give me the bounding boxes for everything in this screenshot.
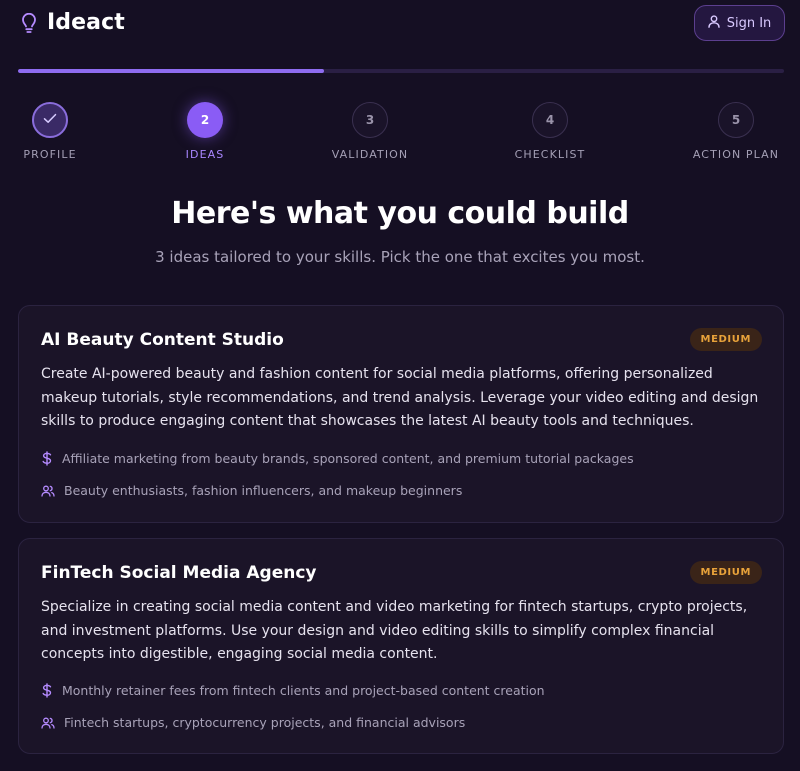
idea-title: AI Beauty Content Studio: [41, 330, 284, 350]
lightbulb-icon: [21, 12, 37, 33]
idea-card[interactable]: AI Beauty Content Studio MEDIUM Create A…: [18, 305, 784, 523]
users-icon: [41, 485, 55, 497]
check-icon: [43, 113, 57, 127]
step-checklist[interactable]: 4 CHECKLIST: [490, 102, 610, 161]
step-label-profile: PROFILE: [23, 148, 77, 161]
step-circle-profile: [32, 102, 68, 138]
difficulty-badge: MEDIUM: [689, 328, 762, 351]
step-validation[interactable]: 3 VALIDATION: [310, 102, 430, 161]
step-label-ideas: IDEAS: [185, 148, 225, 161]
progress-fill: [18, 69, 325, 73]
sign-in-label: Sign In: [726, 15, 772, 31]
revenue-row: Monthly retainer fees from fintech clien…: [41, 683, 545, 698]
users-icon: [41, 717, 55, 729]
audience-text: Fintech startups, cryptocurrency project…: [64, 715, 466, 730]
step-label-action-plan: ACTION PLAN: [692, 148, 780, 161]
idea-description: Create AI-powered beauty and fashion con…: [41, 366, 759, 429]
app-header: Ideact Sign In: [0, 0, 800, 48]
sign-in-button[interactable]: Sign In: [694, 5, 785, 41]
page-title: Here's what you could build: [171, 196, 629, 231]
brand[interactable]: Ideact: [21, 10, 125, 35]
difficulty-badge: MEDIUM: [689, 561, 762, 584]
dollar-icon: [41, 451, 53, 466]
brand-name: Ideact: [47, 10, 125, 35]
step-action-plan[interactable]: 5 ACTION PLAN: [676, 102, 796, 161]
idea-card[interactable]: FinTech Social Media Agency MEDIUM Speci…: [18, 538, 784, 754]
step-profile[interactable]: PROFILE: [0, 102, 110, 161]
idea-description: Specialize in creating social media cont…: [41, 599, 748, 662]
revenue-text: Affiliate marketing from beauty brands, …: [62, 451, 634, 466]
revenue-row: Affiliate marketing from beauty brands, …: [41, 451, 634, 466]
step-ideas[interactable]: 2 IDEAS: [145, 102, 265, 161]
step-circle-ideas: 2: [187, 102, 223, 138]
step-circle-action-plan: 5: [718, 102, 754, 138]
audience-text: Beauty enthusiasts, fashion influencers,…: [64, 483, 463, 498]
step-label-checklist: CHECKLIST: [514, 148, 586, 161]
audience-row: Beauty enthusiasts, fashion influencers,…: [41, 483, 462, 498]
step-circle-checklist: 4: [532, 102, 568, 138]
step-circle-validation: 3: [352, 102, 388, 138]
page: Ideact Sign In PROFILE 2 IDEAS 3 VALIDAT…: [0, 0, 800, 771]
dollar-icon: [41, 683, 53, 698]
idea-title: FinTech Social Media Agency: [41, 563, 317, 583]
progress-bar: [18, 69, 784, 73]
page-subtitle: 3 ideas tailored to your skills. Pick th…: [155, 248, 645, 266]
revenue-text: Monthly retainer fees from fintech clien…: [62, 683, 545, 698]
step-label-validation: VALIDATION: [331, 148, 409, 161]
user-icon: [708, 14, 720, 32]
audience-row: Fintech startups, cryptocurrency project…: [41, 715, 465, 730]
